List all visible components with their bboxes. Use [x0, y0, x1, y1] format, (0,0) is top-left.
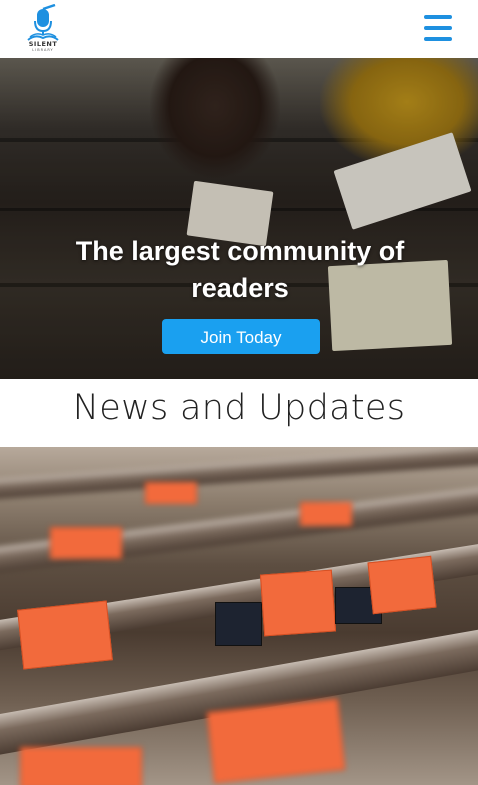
hymnal-book — [20, 747, 142, 785]
hymnal-book — [259, 569, 337, 637]
hymnal-book — [206, 698, 346, 784]
hero-title: The largest community of readers — [75, 236, 405, 303]
join-today-button[interactable]: Join Today — [162, 319, 320, 354]
news-section-title: News and Updates — [72, 388, 406, 428]
hero-banner: The largest community of readers Join To… — [0, 58, 478, 379]
church-pew — [0, 447, 478, 501]
hymnal-book — [145, 482, 197, 504]
hymnal-book — [17, 600, 113, 670]
hamburger-menu-icon[interactable] — [424, 14, 454, 42]
hymnal-book — [367, 555, 437, 615]
site-header: SILENT LIBRARY — [0, 0, 478, 58]
logo-subtext: LIBRARY — [32, 48, 54, 52]
site-logo[interactable]: SILENT LIBRARY — [22, 3, 64, 54]
hymnal-book — [215, 602, 262, 646]
hymnal-book — [300, 502, 352, 526]
news-image — [0, 447, 478, 785]
microphone-book-icon — [27, 3, 59, 41]
hymnal-book — [50, 527, 122, 559]
logo-text: SILENT — [28, 40, 58, 48]
